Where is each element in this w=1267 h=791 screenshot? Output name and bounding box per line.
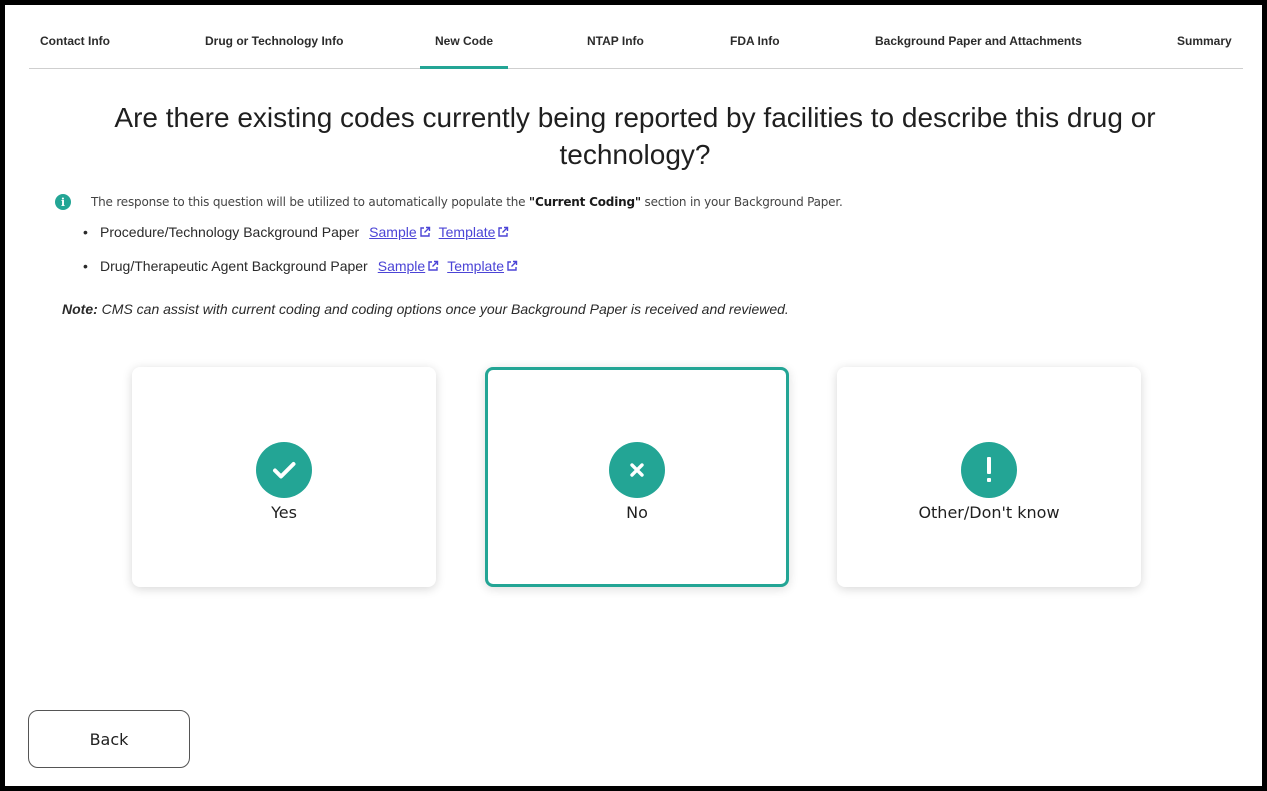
list-item: • Drug/Therapeutic Agent Background Pape…: [83, 256, 518, 290]
step-tabs: Contact Info Drug or Technology Info New…: [29, 5, 1243, 69]
note-text: CMS can assist with current coding and c…: [97, 301, 789, 317]
coding-note: Note: CMS can assist with current coding…: [62, 301, 789, 317]
sample-link[interactable]: Sample: [369, 222, 430, 242]
tab-contact-info[interactable]: Contact Info: [40, 5, 110, 68]
info-text-highlight: "Current Coding": [528, 195, 641, 209]
option-label: No: [626, 503, 648, 522]
option-label: Other/Don't know: [918, 503, 1060, 522]
template-link[interactable]: Template: [447, 256, 518, 276]
sample-link[interactable]: Sample: [378, 256, 439, 276]
option-label: Yes: [271, 503, 297, 522]
template-link[interactable]: Template: [439, 222, 510, 242]
list-item-label: Procedure/Technology Background Paper: [100, 224, 360, 240]
option-card-other[interactable]: Other/Don't know: [837, 367, 1141, 587]
background-paper-list: • Procedure/Technology Background Paper …: [83, 222, 518, 290]
list-item-label: Drug/Therapeutic Agent Background Paper: [100, 258, 368, 274]
option-card-yes[interactable]: Yes: [132, 367, 436, 587]
info-icon: i: [55, 194, 71, 210]
info-message: i The response to this question will be …: [55, 193, 843, 211]
back-button[interactable]: Back: [28, 710, 190, 768]
info-text: The response to this question will be ut…: [91, 195, 843, 209]
tab-drug-or-technology-info[interactable]: Drug or Technology Info: [205, 5, 343, 68]
info-text-after: section in your Background Paper.: [640, 195, 843, 209]
external-link-icon: [419, 226, 430, 237]
tab-ntap-info[interactable]: NTAP Info: [587, 5, 644, 68]
note-prefix: Note:: [62, 301, 98, 317]
external-link-icon: [428, 260, 439, 271]
x-icon: [609, 442, 665, 498]
tab-new-code[interactable]: New Code: [420, 5, 508, 69]
tab-background-paper[interactable]: Background Paper and Attachments: [875, 5, 1082, 68]
check-icon: [256, 442, 312, 498]
page: Contact Info Drug or Technology Info New…: [5, 5, 1262, 786]
bullet-icon: •: [83, 224, 88, 240]
tab-fda-info[interactable]: FDA Info: [730, 5, 780, 68]
external-link-icon: [507, 260, 518, 271]
bullet-icon: •: [83, 258, 88, 274]
list-item: • Procedure/Technology Background Paper …: [83, 222, 518, 256]
tab-summary[interactable]: Summary: [1177, 5, 1232, 68]
option-card-no[interactable]: No: [485, 367, 789, 587]
exclamation-icon: [961, 442, 1017, 498]
info-text-before: The response to this question will be ut…: [91, 195, 529, 209]
page-title: Are there existing codes currently being…: [114, 102, 1156, 170]
external-link-icon: [498, 226, 509, 237]
